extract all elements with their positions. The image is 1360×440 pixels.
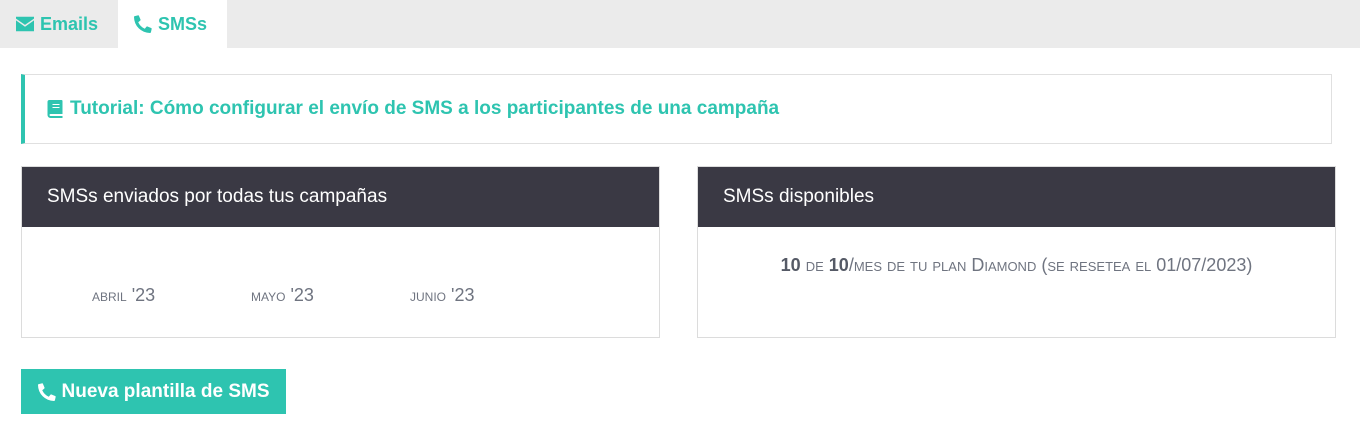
new-sms-template-label: Nueva plantilla de SMS	[61, 380, 270, 402]
phone-icon	[134, 15, 152, 33]
new-sms-template-button[interactable]: Nueva plantilla de SMS	[21, 369, 286, 414]
sms-available-panel: SMSs disponibles 10 de 10/mes de tu plan…	[697, 166, 1336, 338]
tutorial-banner: Tutorial: Cómo configurar el envío de SM…	[21, 74, 1332, 144]
envelope-icon	[16, 16, 34, 32]
book-icon	[47, 100, 63, 118]
tutorial-link[interactable]: Tutorial: Cómo configurar el envío de SM…	[70, 98, 779, 120]
tab-smss[interactable]: SMSs	[118, 0, 228, 48]
sms-available-text: 10 de 10/mes de tu plan Diamond (se rese…	[698, 255, 1335, 276]
phone-icon	[37, 382, 56, 401]
month-axis: abril '23 mayo '23 junio '23	[92, 285, 569, 306]
sms-de-word: de	[805, 255, 824, 275]
month-label: junio '23	[410, 285, 475, 305]
tab-bar: Emails SMSs	[0, 0, 1360, 48]
tab-smss-label: SMSs	[158, 13, 208, 34]
sms-sent-panel-title: SMSs enviados por todas tus campañas	[22, 167, 659, 227]
sms-sent-panel: SMSs enviados por todas tus campañas abr…	[21, 166, 660, 338]
tab-emails[interactable]: Emails	[0, 0, 118, 48]
sms-used-count: 10	[780, 255, 801, 275]
tab-emails-label: Emails	[40, 13, 99, 34]
month-label: abril '23	[92, 285, 156, 305]
month-label: mayo '23	[251, 285, 314, 305]
sms-plan-info: /mes de tu plan Diamond (se resetea el 0…	[848, 255, 1253, 275]
sms-available-panel-title: SMSs disponibles	[698, 167, 1335, 227]
sms-total-count: 10	[828, 255, 849, 275]
